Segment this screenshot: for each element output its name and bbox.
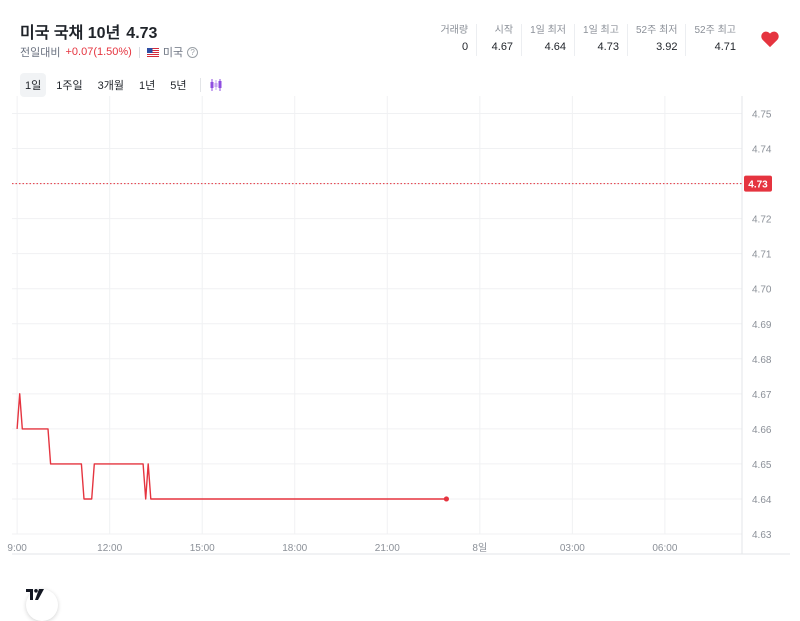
divider	[138, 46, 140, 58]
heart-icon[interactable]	[760, 30, 780, 48]
x-tick-label: 9:00	[7, 543, 27, 554]
stat-value: 4.64	[544, 41, 567, 53]
chart-canvas: 4.63 4.64 4.65 4.66 4.67 4.68 4.69 4.70 4.71 4.72…	[7, 96, 790, 555]
tradingview-logo-icon[interactable]	[26, 589, 58, 621]
y-tick-label: 4.67	[752, 390, 772, 401]
divider	[200, 78, 202, 92]
stat-value: 3.92	[656, 41, 678, 53]
x-tick-label: 21:00	[375, 543, 400, 554]
stat-label: 52주 최저	[635, 25, 678, 36]
x-tick-label: 03:00	[560, 543, 585, 554]
stat-day-high: 1일 최고 4.73	[574, 24, 627, 56]
stat-value: 0	[461, 41, 469, 53]
current-price: 4.73	[126, 25, 158, 42]
stat-label: 거래량	[440, 25, 469, 36]
y-tick-label: 4.70	[752, 285, 772, 296]
change-label: 전일대비	[20, 47, 61, 59]
country-label: 미국	[162, 47, 184, 59]
candlestick-icon[interactable]	[209, 78, 223, 92]
price-chart[interactable]: 4.63 4.64 4.65 4.66 4.67 4.68 4.69 4.70 4.71 4.72…	[0, 96, 800, 621]
stat-52w-high: 52주 최고 4.71	[685, 24, 744, 56]
y-tick-label: 4.64	[752, 495, 772, 506]
tab-1-year[interactable]: 1년	[134, 73, 160, 97]
y-tick-label: 4.75	[752, 110, 772, 121]
tab-1-day[interactable]: 1일	[20, 73, 47, 97]
change-row: 전일대비 +0.07(1.50%) 미국 ?	[20, 44, 199, 60]
y-tick-label: 4.68	[752, 355, 772, 366]
title-row: 미국 국채 10년 4.73	[20, 19, 157, 43]
stat-open: 시작 4.67	[476, 24, 521, 56]
y-tick-label: 4.71	[752, 250, 772, 261]
help-icon[interactable]: ?	[187, 46, 199, 58]
stat-label: 1일 최저	[530, 25, 567, 36]
stat-value: 4.73	[597, 41, 619, 53]
x-tick-label: 8일	[472, 542, 487, 554]
y-tick-label: 4.69	[752, 320, 772, 331]
tab-1-week[interactable]: 1주일	[51, 73, 87, 97]
x-tick-label: 12:00	[97, 543, 122, 554]
stat-label: 1일 최고	[583, 25, 619, 36]
stat-value: 4.71	[714, 41, 736, 53]
instrument-name: 미국 국채 10년	[20, 25, 121, 42]
stat-volume: 거래량 0	[432, 24, 476, 56]
tab-3-months[interactable]: 3개월	[93, 73, 129, 97]
tab-5-years[interactable]: 5년	[165, 73, 191, 97]
y-tick-label: 4.74	[752, 145, 772, 156]
last-point-marker	[443, 496, 450, 502]
x-tick-label: 06:00	[652, 543, 677, 554]
stat-value: 4.67	[491, 41, 514, 53]
x-tick-label: 18:00	[282, 543, 307, 554]
period-tabs: 1일 1주일 3개월 1년 5년	[20, 73, 223, 97]
change-value: +0.07(1.50%)	[65, 46, 132, 58]
us-flag-icon	[146, 47, 159, 57]
y-tick-label: 4.65	[752, 460, 772, 471]
x-tick-label: 15:00	[190, 543, 215, 554]
stat-52w-low: 52주 최저 3.92	[626, 24, 686, 56]
y-tick-label: 4.72	[752, 215, 772, 226]
y-tick-label: 4.63	[752, 530, 772, 541]
stat-label: 52주 최고	[694, 25, 736, 36]
stats-panel: 거래량 0 시작 4.67 1일 최저 4.64 1일 최고 4.73 52주 …	[432, 24, 744, 56]
current-price-tag-label: 4.73	[748, 180, 768, 191]
series-line	[16, 393, 447, 500]
stat-day-low: 1일 최저 4.64	[521, 24, 574, 56]
y-tick-label: 4.66	[752, 425, 772, 436]
stat-label: 시작	[494, 25, 514, 36]
